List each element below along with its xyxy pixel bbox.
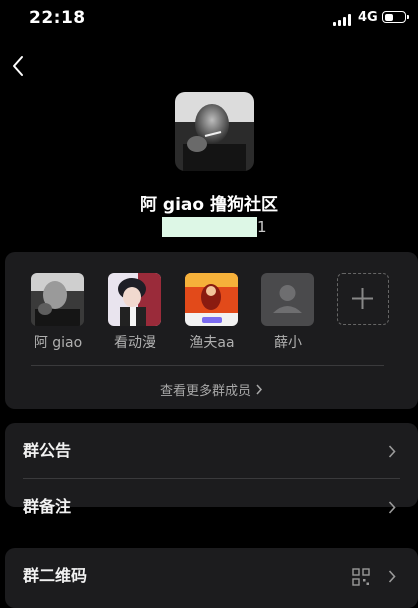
group-id-text: 1 xyxy=(257,218,267,236)
battery-fill xyxy=(384,13,393,21)
qr-code-label: 群二维码 xyxy=(23,566,88,585)
add-member-button[interactable] xyxy=(337,273,389,325)
chevron-left-icon xyxy=(13,56,23,76)
group-avatar-image xyxy=(175,92,254,171)
member-name: 渔夫aa xyxy=(189,335,235,351)
signal-icon xyxy=(333,14,353,26)
view-more-members-link[interactable]: 查看更多群成员 xyxy=(5,380,418,399)
status-time: 22:18 xyxy=(29,8,86,28)
remark-row[interactable]: 群备注 xyxy=(5,479,418,535)
chevron-right-icon xyxy=(255,384,263,399)
member-item[interactable]: 渔夫aa xyxy=(185,273,241,352)
members-card: 阿 giao 看动漫 渔夫aa 薛小 查看更多群成员 xyxy=(5,252,418,409)
group-id: 1 xyxy=(162,217,267,237)
chevron-right-icon xyxy=(388,445,396,458)
group-name: 阿 giao 撸狗社区 xyxy=(140,195,278,215)
member-item[interactable]: 阿 giao xyxy=(31,273,87,352)
plus-icon xyxy=(352,288,373,309)
remark-label: 群备注 xyxy=(23,497,72,516)
chevron-right-icon xyxy=(388,501,396,514)
default-avatar-icon xyxy=(261,273,314,326)
chevron-right-icon xyxy=(388,570,396,583)
member-name: 阿 giao xyxy=(33,335,83,351)
group-avatar[interactable] xyxy=(175,92,254,171)
qr-card: 群二维码 xyxy=(5,548,418,608)
member-name: 看动漫 xyxy=(114,335,156,351)
battery-icon xyxy=(382,11,409,23)
announcement-row[interactable]: 群公告 xyxy=(5,423,418,479)
back-button[interactable] xyxy=(5,52,31,80)
member-avatar xyxy=(31,273,84,326)
qr-code-row[interactable]: 群二维码 xyxy=(5,548,418,604)
member-avatar xyxy=(108,273,161,326)
announcement-label: 群公告 xyxy=(23,441,72,460)
member-item[interactable]: 看动漫 xyxy=(108,273,164,352)
qr-code-icon xyxy=(352,568,370,586)
settings-card: 群公告 群备注 xyxy=(5,423,418,516)
network-label: 4G xyxy=(358,10,378,25)
member-name: 薛小 xyxy=(274,335,302,351)
member-avatar xyxy=(185,273,238,326)
status-bar: 22:18 4G xyxy=(0,0,418,38)
view-more-label: 查看更多群成员 xyxy=(159,384,251,399)
divider xyxy=(31,365,384,366)
group-id-redaction xyxy=(162,217,257,237)
member-item[interactable]: 薛小 xyxy=(261,273,317,352)
